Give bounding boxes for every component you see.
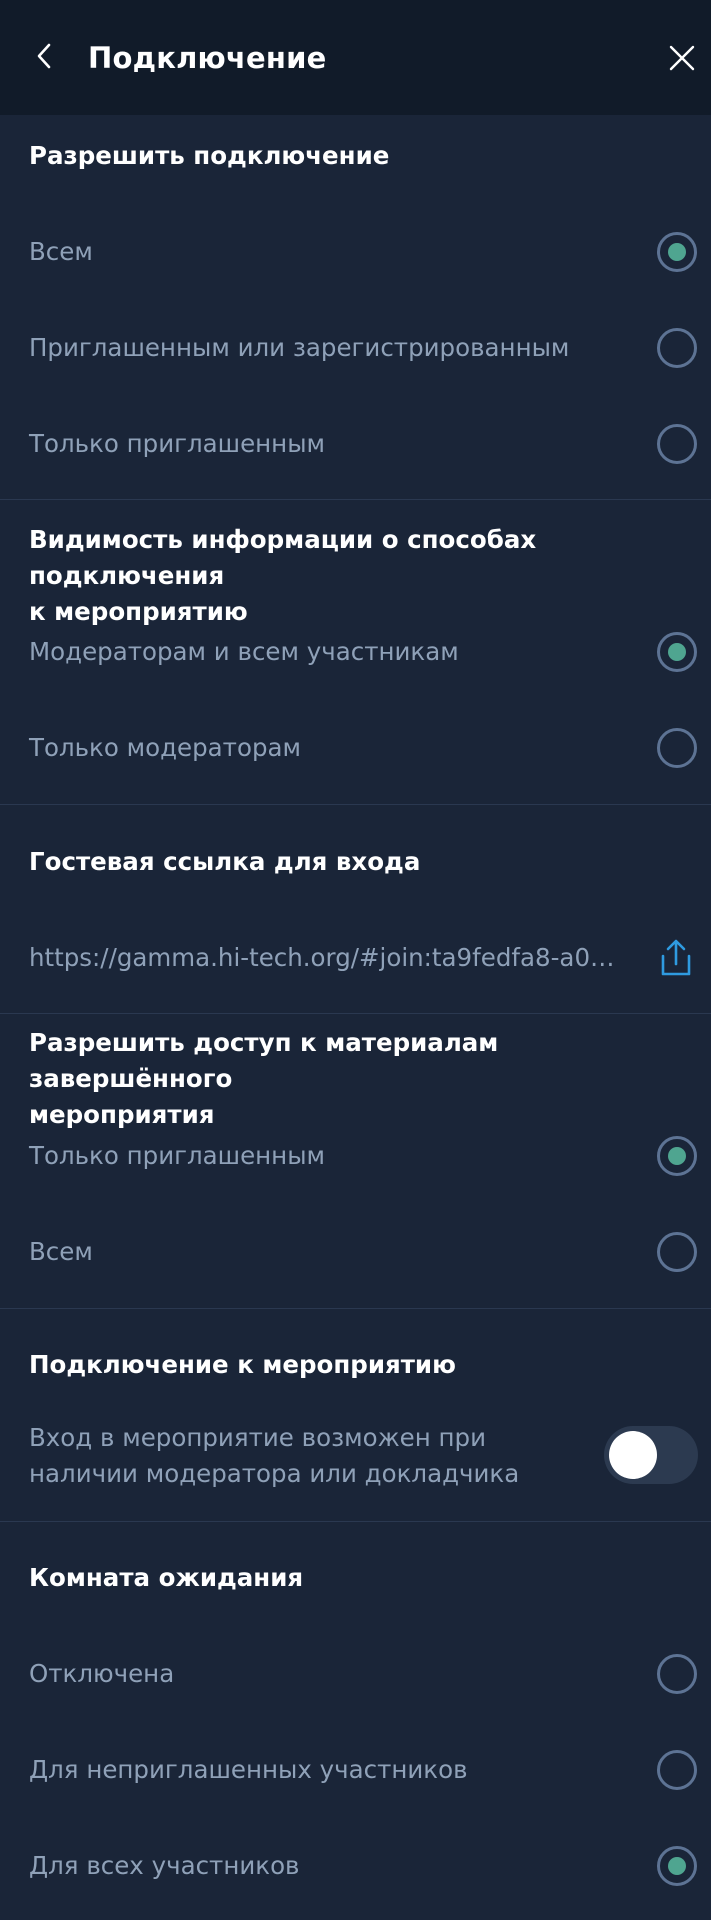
section-title-guest-link: Гостевая ссылка для входа — [29, 847, 421, 876]
top-bar: Подключение — [0, 0, 711, 115]
toggle-description-line: наличии модератора или докладчика — [29, 1459, 520, 1488]
option-label: Только модераторам — [29, 733, 301, 762]
radio-button[interactable] — [657, 632, 697, 672]
option-waiting-room-disabled[interactable]: Отключена — [0, 1634, 711, 1714]
section-title-event-connection: Подключение к мероприятию — [29, 1350, 456, 1379]
toggle-description-line: Вход в мероприятие возможен при — [29, 1423, 487, 1452]
radio-button[interactable] — [657, 232, 697, 272]
moderator-required-toggle[interactable] — [604, 1426, 698, 1484]
close-button[interactable] — [662, 38, 702, 78]
option-label: Приглашенным или зарегистрированным — [29, 333, 570, 362]
section-title-allow-connection: Разрешить подключение — [29, 141, 390, 170]
back-button[interactable] — [26, 38, 62, 74]
section-title-line: Видимость информации о способах подключе… — [29, 525, 537, 590]
option-label: Для всех участников — [29, 1851, 300, 1880]
option-label: Модераторам и всем участникам — [29, 637, 459, 666]
radio-button[interactable] — [657, 728, 697, 768]
divider — [0, 1013, 711, 1014]
option-label: Для неприглашенных участников — [29, 1755, 468, 1784]
option-visibility-moderators-and-all[interactable]: Модераторам и всем участникам — [0, 612, 711, 692]
option-label: Только приглашенным — [29, 1141, 326, 1170]
page-title: Подключение — [88, 41, 327, 75]
option-label: Отключена — [29, 1659, 175, 1688]
share-icon — [661, 939, 691, 976]
guest-link-row: https://gamma.hi-tech.org/#join:ta9fedfa… — [0, 918, 711, 998]
radio-button[interactable] — [657, 1232, 697, 1272]
option-label: Всем — [29, 1237, 93, 1266]
share-button[interactable] — [654, 936, 698, 980]
option-allow-invited-only[interactable]: Только приглашенным — [0, 404, 711, 484]
divider — [0, 499, 711, 500]
close-icon — [669, 45, 695, 71]
radio-button[interactable] — [657, 1136, 697, 1176]
option-waiting-room-uninvited[interactable]: Для неприглашенных участников — [0, 1730, 711, 1810]
radio-button[interactable] — [657, 328, 697, 368]
chevron-left-icon — [37, 43, 51, 69]
toggle-knob — [609, 1431, 657, 1479]
option-materials-invited-only[interactable]: Только приглашенным — [0, 1116, 711, 1196]
radio-button[interactable] — [657, 1654, 697, 1694]
divider — [0, 1521, 711, 1522]
radio-button[interactable] — [657, 1750, 697, 1790]
option-visibility-moderators-only[interactable]: Только модераторам — [0, 708, 711, 788]
radio-button[interactable] — [657, 1846, 697, 1886]
option-label: Всем — [29, 237, 93, 266]
section-title-waiting-room: Комната ожидания — [29, 1563, 304, 1592]
divider — [0, 804, 711, 805]
toggle-description: Вход в мероприятие возможен при наличии … — [29, 1420, 589, 1492]
section-title-line: Разрешить доступ к материалам завершённо… — [29, 1028, 499, 1093]
option-allow-invited-or-registered[interactable]: Приглашенным или зарегистрированным — [0, 308, 711, 388]
option-waiting-room-all[interactable]: Для всех участников — [0, 1826, 711, 1906]
radio-button[interactable] — [657, 424, 697, 464]
divider — [0, 1308, 711, 1309]
option-allow-all[interactable]: Всем — [0, 212, 711, 292]
option-materials-all[interactable]: Всем — [0, 1212, 711, 1292]
option-label: Только приглашенным — [29, 429, 326, 458]
guest-link-url[interactable]: https://gamma.hi-tech.org/#join:ta9fedfa… — [29, 918, 619, 998]
